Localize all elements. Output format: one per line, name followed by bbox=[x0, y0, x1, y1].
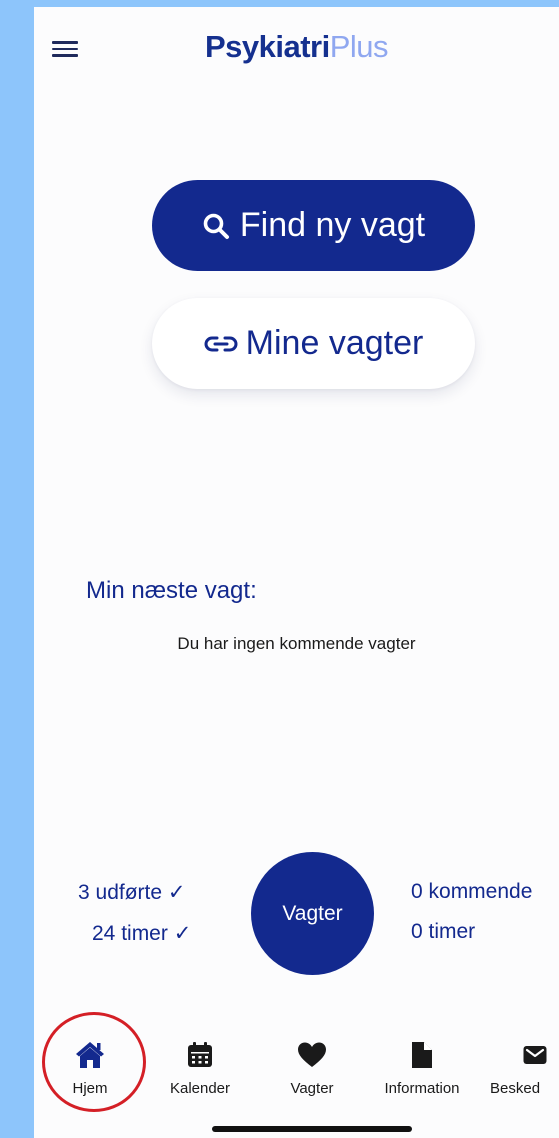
check-icon: ✓ bbox=[167, 881, 186, 904]
find-new-shift-button[interactable]: Find ny vagt bbox=[152, 180, 475, 271]
tab-hjem-label: Hjem bbox=[72, 1080, 108, 1097]
my-shifts-button[interactable]: Mine vagter bbox=[152, 298, 475, 389]
next-shift-title: Min næste vagt: bbox=[86, 577, 257, 604]
home-indicator-bar bbox=[212, 1126, 412, 1132]
completed-hours-stat: 24 timer ✓ bbox=[92, 921, 191, 946]
shifts-circle-label: Vagter bbox=[282, 901, 343, 925]
completed-shifts-text: 3 udførte bbox=[78, 881, 163, 904]
tab-vagter-label: Vagter bbox=[290, 1080, 334, 1097]
my-shifts-label: Mine vagter bbox=[245, 324, 424, 362]
tab-kalender-label: Kalender bbox=[169, 1080, 231, 1097]
tab-vagter[interactable]: Vagter bbox=[280, 1040, 344, 1097]
calendar-icon bbox=[188, 1042, 212, 1067]
upcoming-hours-stat: 0 timer bbox=[411, 920, 476, 943]
check-icon: ✓ bbox=[173, 922, 192, 945]
app-screen: PsykiatriPlus Find ny vagt Mine vagter M… bbox=[34, 7, 559, 1138]
tab-information[interactable]: Information bbox=[368, 1040, 476, 1097]
app-logo: PsykiatriPlus bbox=[34, 29, 559, 65]
logo-light-text: Plus bbox=[329, 29, 389, 64]
tab-information-label: Information bbox=[384, 1080, 460, 1097]
logo-bold-text: Psykiatri bbox=[204, 29, 330, 64]
tab-hjem[interactable]: Hjem bbox=[67, 1040, 113, 1097]
heart-icon bbox=[298, 1042, 326, 1067]
tab-besked-label: Besked bbox=[490, 1080, 541, 1097]
completed-shifts-stat: 3 udførte ✓ bbox=[78, 880, 186, 905]
no-upcoming-shifts-text: Du har ingen kommende vagter bbox=[177, 634, 416, 653]
document-icon bbox=[412, 1042, 432, 1068]
home-icon bbox=[76, 1042, 104, 1068]
mail-icon bbox=[523, 1046, 547, 1064]
upcoming-shifts-stat: 0 kommende bbox=[411, 880, 533, 903]
shifts-circle-button[interactable]: Vagter bbox=[251, 852, 374, 975]
completed-hours-text: 24 timer bbox=[92, 922, 168, 945]
tab-kalender[interactable]: Kalender bbox=[158, 1040, 242, 1097]
bottom-tab-bar: Hjem Kalender Vagter Information Besked bbox=[34, 1030, 559, 1138]
link-icon bbox=[204, 336, 238, 351]
find-new-shift-label: Find ny vagt bbox=[239, 206, 426, 244]
search-icon bbox=[203, 213, 229, 239]
tab-besked[interactable]: Besked bbox=[490, 1040, 559, 1097]
